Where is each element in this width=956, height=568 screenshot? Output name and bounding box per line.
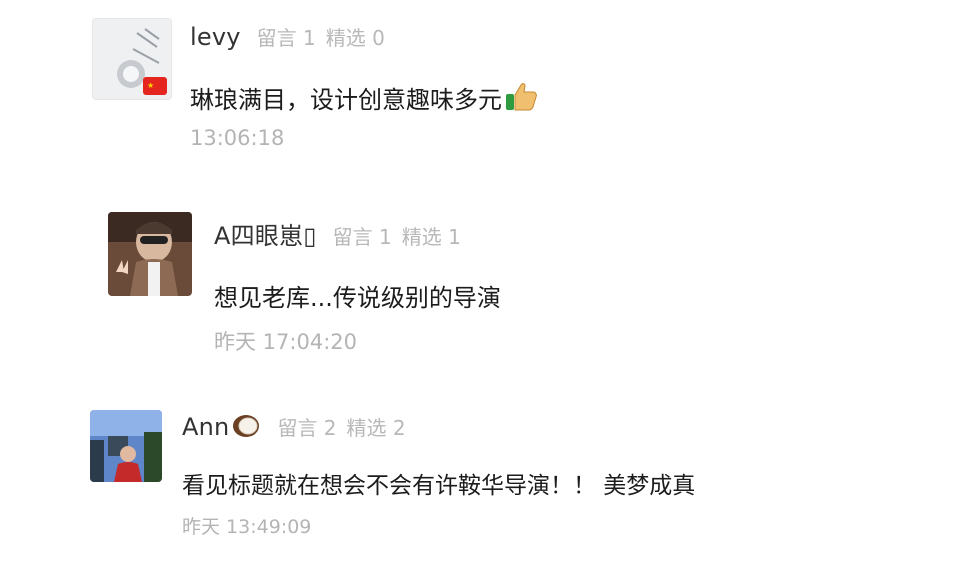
featured-count: 精选 2 [346,416,406,440]
featured-count: 精选 0 [325,26,385,50]
comment-stats: 留言 2 精选 2 [277,412,405,441]
comment-stats: 留言 1 精选 1 [333,221,461,250]
reply-count: 留言 1 [256,26,316,50]
comment-text: 琳琅满目，设计创意趣味多元 [190,86,502,114]
comment-timestamp: 13:06:18 [190,126,285,150]
coconut-icon [231,413,261,445]
avatar[interactable]: ★ [92,18,172,100]
svg-text:★: ★ [147,81,154,90]
avatar[interactable] [108,212,192,296]
comment-author-name[interactable]: Ann [182,413,261,445]
comment-timestamp: 昨天 17:04:20 [214,330,357,354]
thumbs-up-icon [504,80,538,118]
reply-count: 留言 2 [277,416,337,440]
comment-text: 看见标题就在想会不会有许鞍华导演！！ 美梦成真 [182,473,696,499]
comment-text: 想见老库...传说级别的导演 [214,284,501,312]
comment-stats: 留言 1 精选 0 [257,22,385,51]
comment-timestamp: 昨天 13:49:09 [182,516,312,538]
avatar[interactable] [90,410,162,482]
comment-author-name[interactable]: A四眼崽▯ [214,216,317,251]
reply-count: 留言 1 [332,225,392,249]
featured-count: 精选 1 [401,225,461,249]
comment-author-name[interactable]: levy [190,23,241,51]
comment-author-name-text: Ann [182,413,230,441]
